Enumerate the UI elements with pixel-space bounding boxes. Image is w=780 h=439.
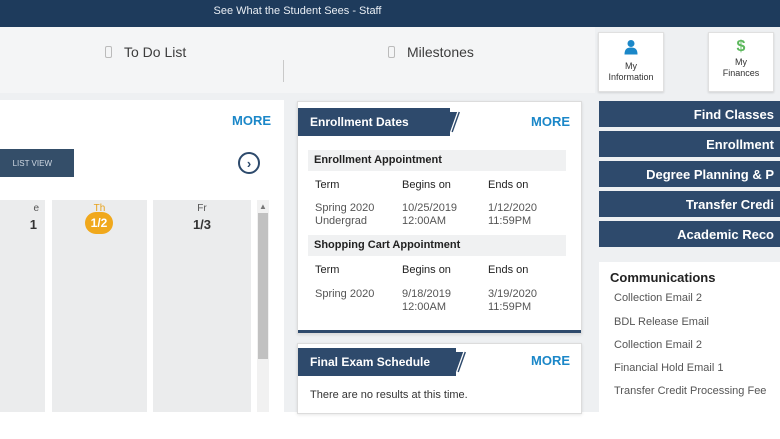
tile-label-line1: My xyxy=(735,57,747,67)
section-title: Shopping Cart Appointment xyxy=(308,235,566,256)
header-ribbon-tail xyxy=(450,111,460,133)
list-view-button[interactable]: LIST VIEW xyxy=(0,149,74,177)
begins-date: 9/18/2019 xyxy=(402,288,451,300)
card-header: Final Exam Schedule xyxy=(298,348,456,376)
column-header-ends: Ends on xyxy=(488,179,529,191)
begins-date: 10/25/2019 xyxy=(402,202,458,214)
tile-my-information[interactable]: My Information xyxy=(598,32,664,92)
tab-to-do-list[interactable]: To Do List xyxy=(105,37,186,67)
chevron-right-icon: › xyxy=(246,155,252,171)
enrollment-more-link[interactable]: MORE xyxy=(531,114,570,129)
nav-transfer-credit[interactable]: Transfer Credi xyxy=(599,191,780,217)
tab-indicator-icon xyxy=(105,46,112,58)
today-badge: 1/2 xyxy=(85,212,113,234)
column-header-ends: Ends on xyxy=(488,264,529,276)
communication-item[interactable]: Collection Email 2 xyxy=(614,292,702,304)
communications-title: Communications xyxy=(610,270,716,285)
nav-degree-planning[interactable]: Degree Planning & P xyxy=(599,161,780,187)
day-number: 1/3 xyxy=(192,217,212,232)
tab-label: Milestones xyxy=(407,44,474,60)
term-cell: Spring 2020 Undergrad xyxy=(315,202,374,228)
card-bottom-rule xyxy=(298,330,581,333)
day-column-today[interactable]: Th 1/2 xyxy=(52,200,147,412)
tab-indicator-icon xyxy=(388,46,395,58)
nav-find-classes[interactable]: Find Classes xyxy=(599,101,780,127)
card-header: Enrollment Dates xyxy=(298,108,450,136)
column-header-term: Term xyxy=(315,264,340,276)
day-name: Fr xyxy=(197,203,207,214)
tab-milestones[interactable]: Milestones xyxy=(388,37,474,67)
tile-label-line2: Information xyxy=(608,72,654,82)
banner-title: See What the Student Sees - Staff xyxy=(213,5,382,17)
term-line: Undergrad xyxy=(315,215,367,227)
term-line: Spring 2020 xyxy=(315,202,375,214)
tab-divider xyxy=(283,60,284,82)
day-number: 1 xyxy=(29,217,37,232)
final-exam-more-link[interactable]: MORE xyxy=(531,353,570,368)
column-header-begins: Begins on xyxy=(402,179,451,191)
tile-label-line2: Finances xyxy=(722,68,760,78)
communication-item[interactable]: Collection Email 2 xyxy=(614,339,702,351)
tile-label-line1: My xyxy=(625,61,637,71)
person-icon xyxy=(599,39,663,59)
tabs-row xyxy=(0,27,595,93)
begins-time: 12:00AM xyxy=(402,215,447,227)
calendar-more-link[interactable]: MORE xyxy=(232,113,271,128)
final-exam-schedule-card: Final Exam Schedule MORE There are no re… xyxy=(297,343,582,414)
tile-my-finances[interactable]: $ My Finances xyxy=(708,32,774,92)
nav-academic-records[interactable]: Academic Reco xyxy=(599,221,780,247)
tab-label: To Do List xyxy=(124,44,187,60)
begins-cell: 9/18/2019 12:00AM xyxy=(402,288,451,314)
ends-date: 3/19/2020 xyxy=(488,288,537,300)
ends-time: 11:59PM xyxy=(488,301,532,313)
begins-time: 12:00AM xyxy=(402,301,447,313)
column-header-begins: Begins on xyxy=(402,264,451,276)
card-title: Enrollment Dates xyxy=(310,115,409,129)
begins-cell: 10/25/2019 12:00AM xyxy=(402,202,457,228)
day-column[interactable]: Fr 1/3 xyxy=(153,200,251,412)
ends-cell: 1/12/2020 11:59PM xyxy=(488,202,537,228)
enrollment-dates-card: Enrollment Dates MORE Enrollment Appoint… xyxy=(297,101,582,334)
scrollbar-thumb[interactable] xyxy=(258,213,268,359)
top-banner: See What the Student Sees - Staff xyxy=(0,0,780,27)
next-week-button[interactable]: › xyxy=(238,152,260,174)
day-name: e xyxy=(33,203,39,214)
nav-enrollment[interactable]: Enrollment xyxy=(599,131,780,157)
day-column[interactable]: e 1 xyxy=(0,200,45,412)
column-header-term: Term xyxy=(315,179,340,191)
ends-date: 1/12/2020 xyxy=(488,202,537,214)
dollar-icon: $ xyxy=(736,38,746,55)
term-cell: Spring 2020 xyxy=(315,288,374,301)
no-results-message: There are no results at this time. xyxy=(310,389,468,401)
card-title: Final Exam Schedule xyxy=(310,355,431,369)
header-ribbon-tail xyxy=(456,351,466,373)
term-line: Spring 2020 xyxy=(315,288,375,300)
ends-cell: 3/19/2020 11:59PM xyxy=(488,288,537,314)
communication-item[interactable]: BDL Release Email xyxy=(614,316,709,328)
section-title: Enrollment Appointment xyxy=(308,150,566,171)
communication-item[interactable]: Financial Hold Email 1 xyxy=(614,362,723,374)
scroll-up-icon[interactable]: ▲ xyxy=(257,202,269,212)
communication-item[interactable]: Transfer Credit Processing Fee xyxy=(614,385,766,397)
ends-time: 11:59PM xyxy=(488,215,532,227)
